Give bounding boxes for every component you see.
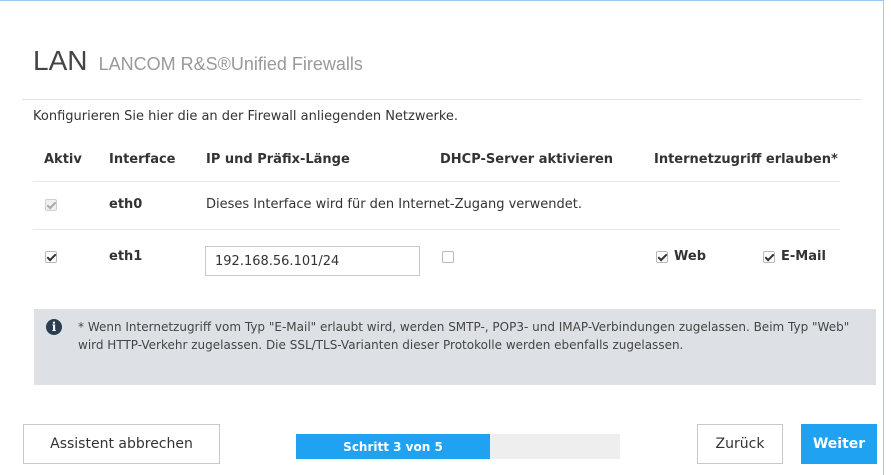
back-button[interactable]: Zurück: [697, 424, 783, 464]
cancel-wizard-button[interactable]: Assistent abbrechen: [23, 424, 220, 464]
title-divider: [22, 99, 861, 100]
eth1-active-checkbox[interactable]: [45, 251, 57, 263]
progress-label: Schritt 3 von 5: [343, 439, 443, 454]
row-separator: [33, 229, 840, 230]
eth0-interface-name: eth0: [109, 197, 143, 212]
info-box: i * Wenn Internetzugriff vom Typ "E-Mail…: [34, 309, 876, 385]
col-header-interface: Interface: [109, 152, 176, 167]
eth1-email-label: E-Mail: [781, 249, 826, 264]
eth0-active-checkbox: [45, 199, 57, 211]
eth1-web-label: Web: [674, 249, 706, 264]
col-header-dhcp: DHCP-Server aktivieren: [440, 152, 614, 167]
wizard-dialog: LAN LANCOM R&S®Unified Firewalls Konfigu…: [0, 0, 884, 475]
eth1-web-checkbox[interactable]: [656, 251, 668, 263]
col-header-active: Aktiv: [44, 152, 82, 167]
page-title: LAN: [33, 45, 88, 76]
dialog-title: LAN LANCOM R&S®Unified Firewalls: [33, 45, 363, 77]
eth1-ip-input[interactable]: [205, 246, 420, 276]
eth1-email-checkbox[interactable]: [763, 251, 775, 263]
wizard-progress-bar: Schritt 3 von 5: [296, 434, 620, 459]
intro-text: Konfigurieren Sie hier die an der Firewa…: [33, 109, 459, 124]
product-name: LANCOM R&S®Unified Firewalls: [98, 54, 363, 74]
col-header-internet: Internetzugriff erlauben*: [654, 152, 838, 167]
eth0-wan-note: Dieses Interface wird für den Internet-Z…: [206, 197, 582, 212]
eth1-dhcp-checkbox[interactable]: [442, 251, 454, 263]
col-header-ip: IP und Präfix-Länge: [206, 152, 350, 167]
info-text: * Wenn Internetzugriff vom Typ "E-Mail" …: [78, 320, 850, 352]
next-button[interactable]: Weiter: [801, 424, 877, 464]
info-icon: i: [46, 319, 62, 335]
eth1-interface-name: eth1: [109, 249, 143, 264]
header-separator: [33, 181, 840, 182]
